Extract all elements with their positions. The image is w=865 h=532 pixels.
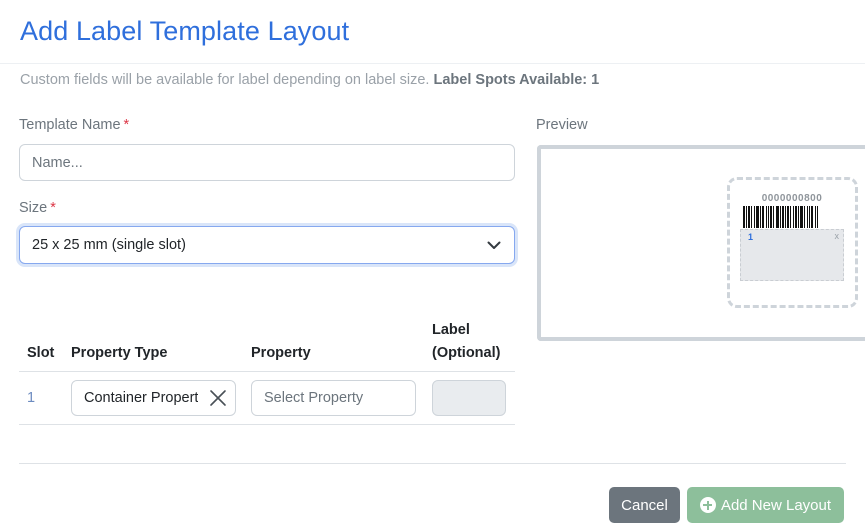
column-header-slot: Slot	[27, 345, 55, 361]
slot-number: 1	[27, 390, 36, 406]
info-description: Custom fields will be available for labe…	[20, 72, 430, 88]
page-title: Add Label Template Layout	[20, 16, 350, 46]
column-header-label-line2: (Optional)	[432, 345, 501, 361]
size-selected-value: 25 x 25 mm (single slot)	[32, 237, 186, 253]
plus-circle-icon	[699, 497, 716, 513]
chevron-down-icon	[486, 237, 502, 253]
property-type-select[interactable]: Container Propert	[71, 380, 236, 416]
preview-slot-number: 1	[748, 232, 754, 242]
add-new-layout-button[interactable]: Add New Layout	[687, 487, 844, 523]
label-optional-input[interactable]	[432, 380, 506, 416]
close-icon[interactable]	[209, 389, 227, 407]
template-name-input[interactable]: Name...	[19, 144, 515, 181]
table-header-divider	[19, 371, 515, 372]
size-select[interactable]: 25 x 25 mm (single slot)	[19, 226, 515, 264]
column-header-property-type: Property Type	[71, 345, 168, 361]
preview-slot: 1 x	[740, 229, 844, 281]
property-select[interactable]: Select Property	[251, 380, 416, 416]
footer-divider	[19, 463, 846, 464]
cancel-button-label: Cancel	[621, 496, 668, 514]
size-label-text: Size	[19, 200, 48, 216]
property-type-value: Container Propert	[84, 390, 199, 406]
add-new-layout-label: Add New Layout	[720, 496, 832, 514]
required-mark: *	[50, 200, 56, 216]
label-spots-available: Label Spots Available: 1	[433, 72, 600, 88]
preview-slot-remove: x	[834, 231, 840, 241]
column-header-label-line1: Label	[432, 322, 470, 338]
info-text: Custom fields will be available for labe…	[20, 72, 599, 88]
template-name-placeholder: Name...	[32, 154, 83, 171]
table-row-divider	[19, 424, 515, 425]
template-name-label-text: Template Name	[19, 117, 121, 133]
size-label: Size *	[19, 200, 56, 216]
column-header-property: Property	[251, 345, 311, 361]
column-header-label: Label (Optional)	[432, 319, 500, 365]
cancel-button[interactable]: Cancel	[609, 487, 680, 523]
title-divider	[0, 63, 865, 64]
property-placeholder: Select Property	[264, 390, 364, 406]
barcode-number: 0000000800	[761, 193, 823, 204]
barcode-icon	[743, 206, 818, 228]
required-mark: *	[123, 117, 130, 133]
preview-label: Preview	[536, 117, 588, 133]
template-name-label: Template Name *	[19, 117, 129, 133]
